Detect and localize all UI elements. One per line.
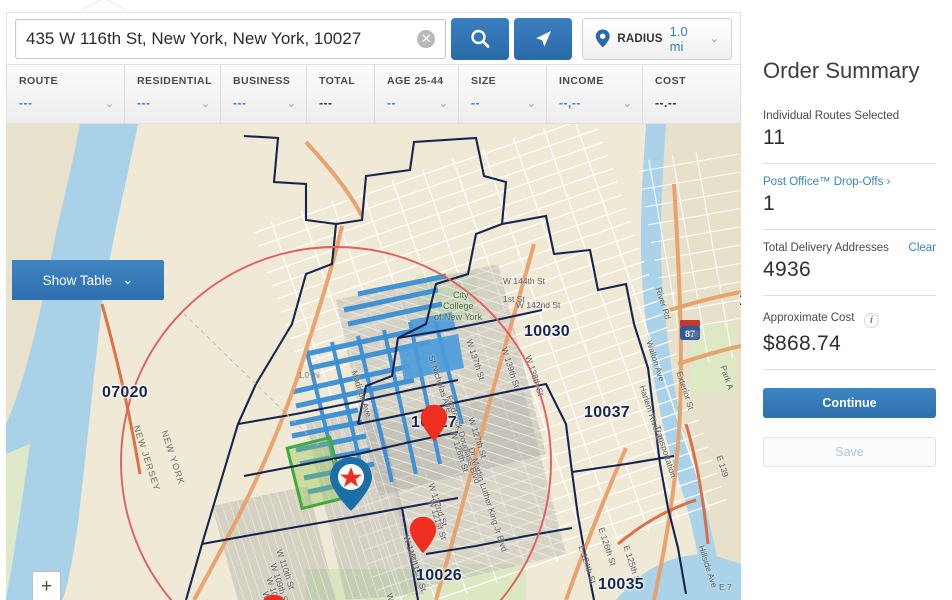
address-search-input[interactable] xyxy=(16,20,418,57)
filter-column-size[interactable]: SIZE -- ⌄ xyxy=(459,65,547,123)
filter-title: AGE 25-44 xyxy=(387,75,444,87)
approximate-cost-value: $868.74 xyxy=(763,332,842,355)
search-toolbar: ✕ RADIUS 1.0 mi ⌄ xyxy=(6,12,741,64)
filter-value-row: --.-- xyxy=(655,96,730,110)
filter-value-row: --,-- ⌄ xyxy=(559,96,634,110)
post-office-dropoffs-link[interactable]: Post Office™ Drop-Offs › xyxy=(763,176,936,188)
radius-selector[interactable]: RADIUS 1.0 mi ⌄ xyxy=(581,17,732,60)
filter-column-total: TOTAL --- xyxy=(307,65,375,123)
filter-value: -- xyxy=(387,96,396,110)
map-panel: ✕ RADIUS 1.0 mi ⌄ xyxy=(0,0,747,600)
clear-addresses-link[interactable]: Clear xyxy=(909,242,936,254)
show-table-label: Show Table xyxy=(42,272,113,288)
magnifier-icon xyxy=(471,29,490,48)
zoom-in-button[interactable]: + xyxy=(32,571,61,600)
filter-value-row: -- ⌄ xyxy=(471,96,538,110)
map-graphics: 87 1.0 mi xyxy=(6,124,741,600)
filter-value-row: --- ⌄ xyxy=(19,96,116,110)
individual-routes-value: 11 xyxy=(763,126,786,149)
filter-column-business[interactable]: BUSINESS --- ⌄ xyxy=(221,65,307,123)
chevron-down-icon[interactable]: ⌄ xyxy=(623,97,632,110)
filter-value: --,-- xyxy=(559,96,581,110)
filter-title: TOTAL xyxy=(319,75,356,87)
filter-value: --.-- xyxy=(655,96,677,110)
filter-title: COST xyxy=(655,75,686,87)
radius-value: 1.0 mi xyxy=(669,23,688,54)
map-pin-icon xyxy=(595,29,610,48)
map-canvas[interactable]: 87 1.0 mi W 144th St W 142nd St W 137th … xyxy=(6,124,741,600)
chevron-down-icon[interactable]: ⌄ xyxy=(527,97,536,110)
divider xyxy=(763,229,936,230)
order-summary-title: Order Summary xyxy=(763,58,920,83)
filter-value: -- xyxy=(471,96,480,110)
filter-value-row: -- ⌄ xyxy=(387,96,450,110)
filter-value-row: --- xyxy=(319,96,366,110)
save-button[interactable]: Save xyxy=(763,437,936,467)
approximate-cost-label: Approximate Cost xyxy=(763,312,855,324)
filter-value: --- xyxy=(233,96,247,110)
filter-title: SIZE xyxy=(471,75,497,87)
chevron-down-icon[interactable]: ⌄ xyxy=(287,97,296,110)
clear-search-icon[interactable]: ✕ xyxy=(417,29,436,48)
chevron-down-icon[interactable]: ⌄ xyxy=(105,97,114,110)
filter-value-row: --- ⌄ xyxy=(233,96,298,110)
post-office-dropoffs-value: 1 xyxy=(763,192,775,215)
order-summary-panel: Order Summary Individual Routes Selected… xyxy=(747,0,952,600)
filter-column-age-25-44[interactable]: AGE 25-44 -- ⌄ xyxy=(375,65,459,123)
post-office-dropoffs-block: Post Office™ Drop-Offs › 1 xyxy=(763,176,936,216)
total-delivery-addresses-label: Total Delivery Addresses xyxy=(763,242,889,254)
show-table-button[interactable]: Show Table ⌄ xyxy=(12,260,164,300)
filter-value-row: --- ⌄ xyxy=(137,96,212,110)
filter-value: --- xyxy=(19,96,33,110)
locate-me-button[interactable] xyxy=(514,17,572,60)
radius-label: RADIUS xyxy=(617,32,663,45)
divider xyxy=(763,369,936,370)
filter-title: RESIDENTIAL xyxy=(137,75,212,87)
divider xyxy=(763,295,936,296)
chevron-down-icon: ⌄ xyxy=(122,272,134,287)
filter-value: --- xyxy=(319,96,333,110)
filter-value: --- xyxy=(137,96,151,110)
continue-button[interactable]: Continue xyxy=(763,388,936,418)
filter-column-cost: COST --.-- xyxy=(643,65,738,123)
eddm-map-application: ✕ RADIUS 1.0 mi ⌄ xyxy=(0,0,952,600)
individual-routes-block: Individual Routes Selected 11 xyxy=(763,110,936,150)
info-icon[interactable]: i xyxy=(863,313,879,328)
total-delivery-addresses-block: Total Delivery Addresses Clear 4936 xyxy=(763,242,936,282)
svg-text:87: 87 xyxy=(685,329,695,339)
zoom-in-label: + xyxy=(40,575,53,597)
filter-column-route[interactable]: ROUTE --- ⌄ xyxy=(7,65,125,123)
divider xyxy=(763,163,936,164)
filter-title: BUSINESS xyxy=(233,75,291,87)
filter-column-residential[interactable]: RESIDENTIAL --- ⌄ xyxy=(125,65,221,123)
approximate-cost-block: Approximate Cost i $868.74 xyxy=(763,308,936,356)
search-field-wrapper: ✕ xyxy=(15,18,447,59)
filter-toolbar: ROUTE --- ⌄ RESIDENTIAL --- ⌄ BUSINESS --- ⌄ TOTA… xyxy=(6,64,741,124)
highway-shield: 87 xyxy=(680,320,700,340)
total-delivery-addresses-value: 4936 xyxy=(763,258,811,281)
filter-title: ROUTE xyxy=(19,75,58,87)
chevron-down-icon[interactable]: ⌄ xyxy=(201,97,210,110)
chevron-down-icon: ⌄ xyxy=(709,33,719,45)
filter-column-income[interactable]: INCOME --,-- ⌄ xyxy=(547,65,643,123)
svg-text:1.0 mi: 1.0 mi xyxy=(298,371,320,380)
individual-routes-label: Individual Routes Selected xyxy=(763,110,900,122)
filter-title: INCOME xyxy=(559,75,604,87)
chevron-down-icon[interactable]: ⌄ xyxy=(439,97,448,110)
navigation-arrow-icon xyxy=(536,30,551,47)
panel-pointer xyxy=(78,0,130,12)
search-button[interactable] xyxy=(451,17,510,60)
